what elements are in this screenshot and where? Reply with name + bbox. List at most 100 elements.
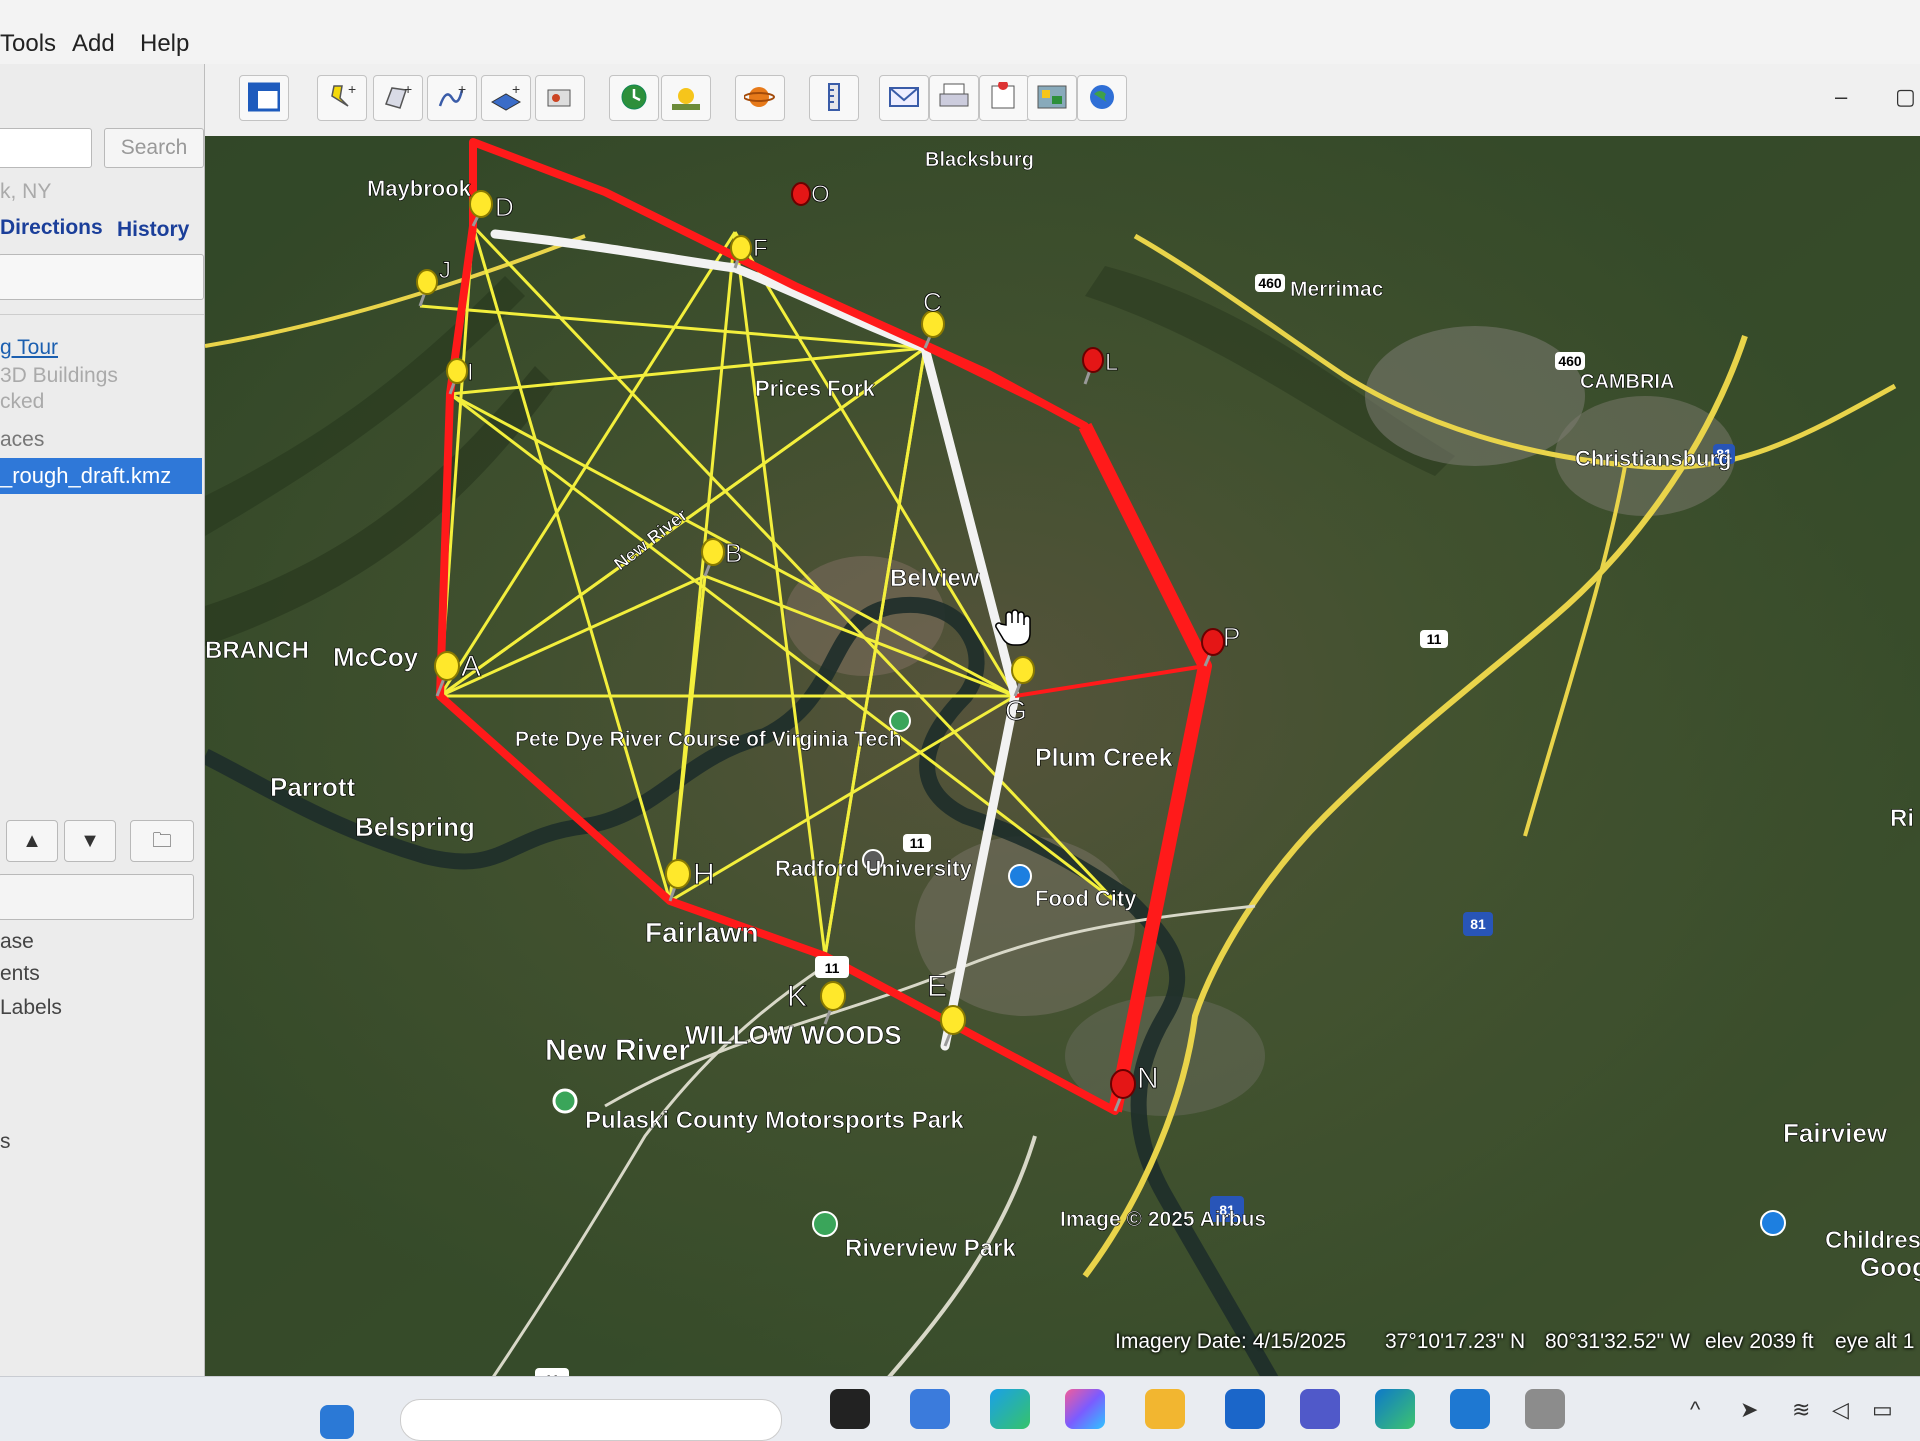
place-label: McCoy xyxy=(333,642,419,672)
globe-icon xyxy=(1090,85,1114,109)
pin-label: E xyxy=(927,970,947,1003)
google-earth-pro-icon[interactable] xyxy=(1525,1389,1565,1429)
maximize-button[interactable]: ▢ xyxy=(1895,84,1916,110)
tab-history[interactable]: History xyxy=(117,218,189,242)
shopping-cart-icon[interactable] xyxy=(1008,864,1032,888)
add-overlay-button[interactable]: + xyxy=(481,75,531,121)
print-icon xyxy=(939,83,969,107)
pin-label: C xyxy=(923,287,942,317)
place-label: CAMBRIA xyxy=(1580,371,1674,393)
move-down-button[interactable]: ▼ xyxy=(64,820,116,862)
edge-icon[interactable] xyxy=(990,1389,1030,1429)
copilot-icon[interactable] xyxy=(1065,1389,1105,1429)
us-11-shield: 11 xyxy=(1420,630,1448,648)
place-label: Radford University xyxy=(775,856,973,881)
save-image-icon xyxy=(1037,85,1067,109)
volume-icon[interactable]: ◁ xyxy=(1832,1397,1849,1423)
sightseeing-tour-link[interactable]: g Tour xyxy=(0,336,58,360)
temporary-places[interactable]: aces xyxy=(0,428,44,452)
map-canvas[interactable]: 460 460 11 11 11 11 81 81 81 A B C D E F… xyxy=(205,136,1920,1404)
place-label: Maybrook xyxy=(367,176,472,201)
toolbar: + + + + – ▢ xyxy=(205,64,1920,137)
historical-imagery-button[interactable] xyxy=(609,75,659,121)
place-label: BRANCH xyxy=(205,637,309,664)
sun-icon xyxy=(672,88,700,110)
pin-label: P xyxy=(1223,622,1240,652)
sunlight-button[interactable] xyxy=(661,75,711,121)
add-polygon-button[interactable]: + xyxy=(373,75,423,121)
outlook-icon[interactable] xyxy=(1225,1389,1265,1429)
eye-altitude-readout: eye alt 1 xyxy=(1835,1330,1915,1353)
search-bar[interactable] xyxy=(400,1399,782,1441)
motorsports-park-icon[interactable] xyxy=(552,1088,578,1114)
imagery-attribution: Image © 2025 Airbus xyxy=(1060,1208,1266,1231)
search-location-hint: k, NY xyxy=(0,180,52,203)
place-label: Blacksburg xyxy=(925,149,1034,171)
chevron-up-icon[interactable]: ^ xyxy=(1690,1397,1700,1423)
us-460-shield: 460 xyxy=(1555,352,1585,370)
buildings-layer[interactable]: 3D Buildings xyxy=(0,364,118,388)
wifi-icon[interactable]: ≋ xyxy=(1792,1397,1810,1423)
pin-label: F xyxy=(753,235,768,262)
place-label: Plum Creek xyxy=(1035,744,1173,772)
place-label: Pulaski County Motorsports Park xyxy=(585,1107,964,1134)
search-button[interactable]: Search xyxy=(104,128,204,168)
earth-pro-button[interactable] xyxy=(1077,75,1127,121)
urban-area xyxy=(1365,326,1585,466)
vscode-icon[interactable] xyxy=(1450,1389,1490,1429)
pin-label: K xyxy=(787,980,807,1013)
minimize-button[interactable]: – xyxy=(1835,84,1847,110)
print-button[interactable] xyxy=(929,75,979,121)
svg-text:+: + xyxy=(348,82,356,97)
add-path-button[interactable]: + xyxy=(427,75,477,121)
menu-tools[interactable]: Tools xyxy=(0,30,56,58)
ruler-button[interactable] xyxy=(809,75,859,121)
add-placemark-button[interactable]: + xyxy=(317,75,367,121)
pin-label: G xyxy=(1005,695,1027,726)
maps-icon xyxy=(991,82,1015,109)
park-tree-icon[interactable] xyxy=(812,1211,838,1237)
move-up-button[interactable]: ▲ xyxy=(6,820,58,862)
layer-misc[interactable]: s xyxy=(0,1130,11,1154)
checked-item[interactable]: cked xyxy=(0,390,44,414)
pin-label: H xyxy=(693,858,715,891)
layer-labels[interactable]: Labels xyxy=(0,996,62,1020)
place-label: Christiansburg xyxy=(1575,446,1731,471)
switch-planet-button[interactable] xyxy=(735,75,785,121)
menu-add[interactable]: Add xyxy=(72,30,115,58)
save-image-button[interactable] xyxy=(1027,75,1077,121)
place-label: Fairlawn xyxy=(645,917,759,948)
place-label: Belspring xyxy=(355,812,475,842)
tab-directions[interactable]: Directions xyxy=(0,216,103,240)
latitude-readout: 37°10'17.23" N xyxy=(1385,1330,1526,1353)
selected-kmz-file[interactable]: _rough_draft.kmz xyxy=(0,458,202,494)
place-label: Riverview Park xyxy=(845,1235,1016,1262)
task-view-icon[interactable] xyxy=(830,1389,870,1429)
file-explorer-icon[interactable] xyxy=(1145,1389,1185,1429)
edge-dev-icon[interactable] xyxy=(1375,1389,1415,1429)
place-label: Food City xyxy=(1035,886,1137,911)
location-icon[interactable]: ➤ xyxy=(1740,1397,1758,1423)
start-icon[interactable] xyxy=(320,1405,354,1439)
map-view[interactable]: 460 460 11 11 11 11 81 81 81 A B C D E F… xyxy=(205,136,1920,1404)
record-tour-button[interactable] xyxy=(535,75,585,121)
layer-elements[interactable]: ents xyxy=(0,962,40,986)
search-input[interactable] xyxy=(0,128,92,168)
folder-icon: 🗀 xyxy=(152,830,172,852)
battery-icon[interactable]: ▭ xyxy=(1872,1397,1893,1423)
toggle-sidebar-button[interactable] xyxy=(239,75,289,121)
add-folder-button[interactable]: 🗀 xyxy=(130,820,194,862)
placemark-icon: + xyxy=(331,82,356,107)
microsoft-store-icon[interactable] xyxy=(910,1389,950,1429)
layer-database[interactable]: ase xyxy=(0,930,34,954)
hospital-icon[interactable] xyxy=(1760,1210,1786,1236)
menu-bar: Tools Add Help xyxy=(0,0,1920,65)
us-11-shield: 11 xyxy=(903,834,931,852)
ruler-icon xyxy=(828,83,840,111)
teams-icon[interactable] xyxy=(1300,1389,1340,1429)
place-label: Childres xyxy=(1825,1227,1920,1254)
menu-help[interactable]: Help xyxy=(140,30,189,58)
email-button[interactable] xyxy=(879,75,929,121)
arrow-up-icon: ▲ xyxy=(22,830,42,852)
view-in-maps-button[interactable] xyxy=(979,75,1029,121)
